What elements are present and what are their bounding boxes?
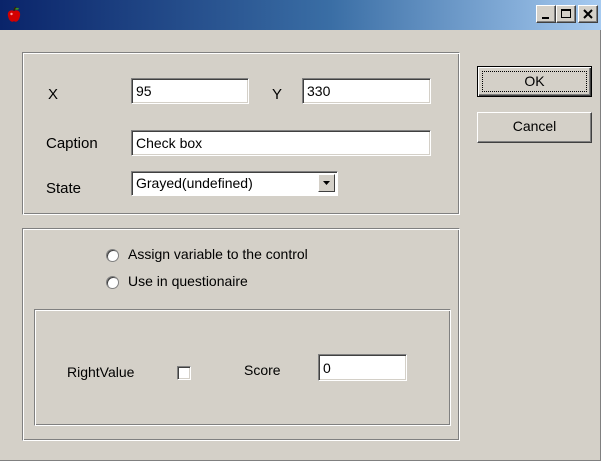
maximize-button[interactable] xyxy=(556,5,576,23)
caption-input[interactable] xyxy=(131,130,431,156)
state-value: Grayed(undefined) xyxy=(136,175,253,191)
apple-icon xyxy=(5,6,23,24)
assign-variable-radio[interactable] xyxy=(106,249,119,262)
right-value-checkbox[interactable] xyxy=(177,366,191,380)
state-label: State xyxy=(46,180,82,197)
ok-button[interactable]: OK xyxy=(477,66,592,97)
right-value-label: RightValue xyxy=(67,364,135,380)
dropdown-arrow-button[interactable] xyxy=(318,174,335,192)
chevron-down-icon xyxy=(323,181,330,185)
close-button[interactable] xyxy=(578,5,598,23)
x-input[interactable] xyxy=(131,78,249,104)
minimize-icon xyxy=(542,17,549,19)
use-questionnaire-radio[interactable] xyxy=(106,276,119,289)
y-input[interactable] xyxy=(302,78,431,104)
y-label: Y xyxy=(272,86,283,103)
minimize-button[interactable] xyxy=(536,5,556,23)
close-icon xyxy=(583,9,593,19)
state-dropdown[interactable]: Grayed(undefined) xyxy=(131,171,338,196)
assign-variable-label[interactable]: Assign variable to the control xyxy=(128,246,308,262)
caption-label: Caption xyxy=(46,135,98,152)
score-input[interactable] xyxy=(318,354,407,381)
ok-label: OK xyxy=(482,71,587,92)
dialog-window: X Y Caption State Grayed(undefined) OK C… xyxy=(0,0,601,461)
maximize-icon xyxy=(561,9,571,18)
title-bar[interactable] xyxy=(0,0,601,30)
cancel-button[interactable]: Cancel xyxy=(477,112,592,143)
score-label: Score xyxy=(244,362,281,378)
x-label: X xyxy=(48,86,59,103)
use-questionnaire-label[interactable]: Use in questionaire xyxy=(128,273,248,289)
